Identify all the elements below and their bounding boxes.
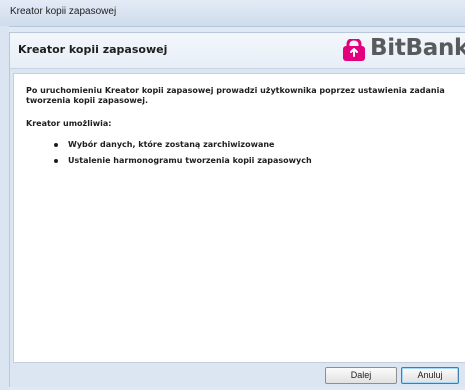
bullet-icon [54,159,58,163]
wizard-content: Kreator kopii zapasowej BitBank Po uruch… [9,32,465,387]
bitbank-logo: BitBank [343,35,465,64]
list-item-text: Wybór danych, które zostaną zarchiwizowa… [68,140,275,149]
cancel-button[interactable]: Anuluj [401,367,459,384]
info-panel: Po uruchomieniu Kreator kopii zapasowej … [13,73,465,363]
bullet-icon [54,143,58,147]
wizard-window: Kreator kopii zapasowej Kreator kopii za… [0,0,465,390]
window-title: Kreator kopii zapasowej [10,6,117,17]
intro-text: Po uruchomieniu Kreator kopii zapasowej … [26,86,445,105]
next-button[interactable]: Dalej [325,367,397,384]
button-bar: Dalej Anuluj [10,363,465,387]
features-heading: Kreator umożliwia: [26,119,112,128]
lock-icon [343,39,365,61]
title-bar[interactable]: Kreator kopii zapasowej [0,0,465,27]
wizard-header: Kreator kopii zapasowej BitBank [10,33,465,69]
page-title: Kreator kopii zapasowej [18,43,168,56]
features-list: Wybór danych, które zostaną zarchiwizowa… [54,140,312,172]
list-item: Wybór danych, które zostaną zarchiwizowa… [54,140,312,156]
logo-text: BitBank [370,35,465,61]
window-frame [0,26,9,390]
list-item-text: Ustalenie harmonogramu tworzenia kopii z… [68,156,312,165]
list-item: Ustalenie harmonogramu tworzenia kopii z… [54,156,312,172]
